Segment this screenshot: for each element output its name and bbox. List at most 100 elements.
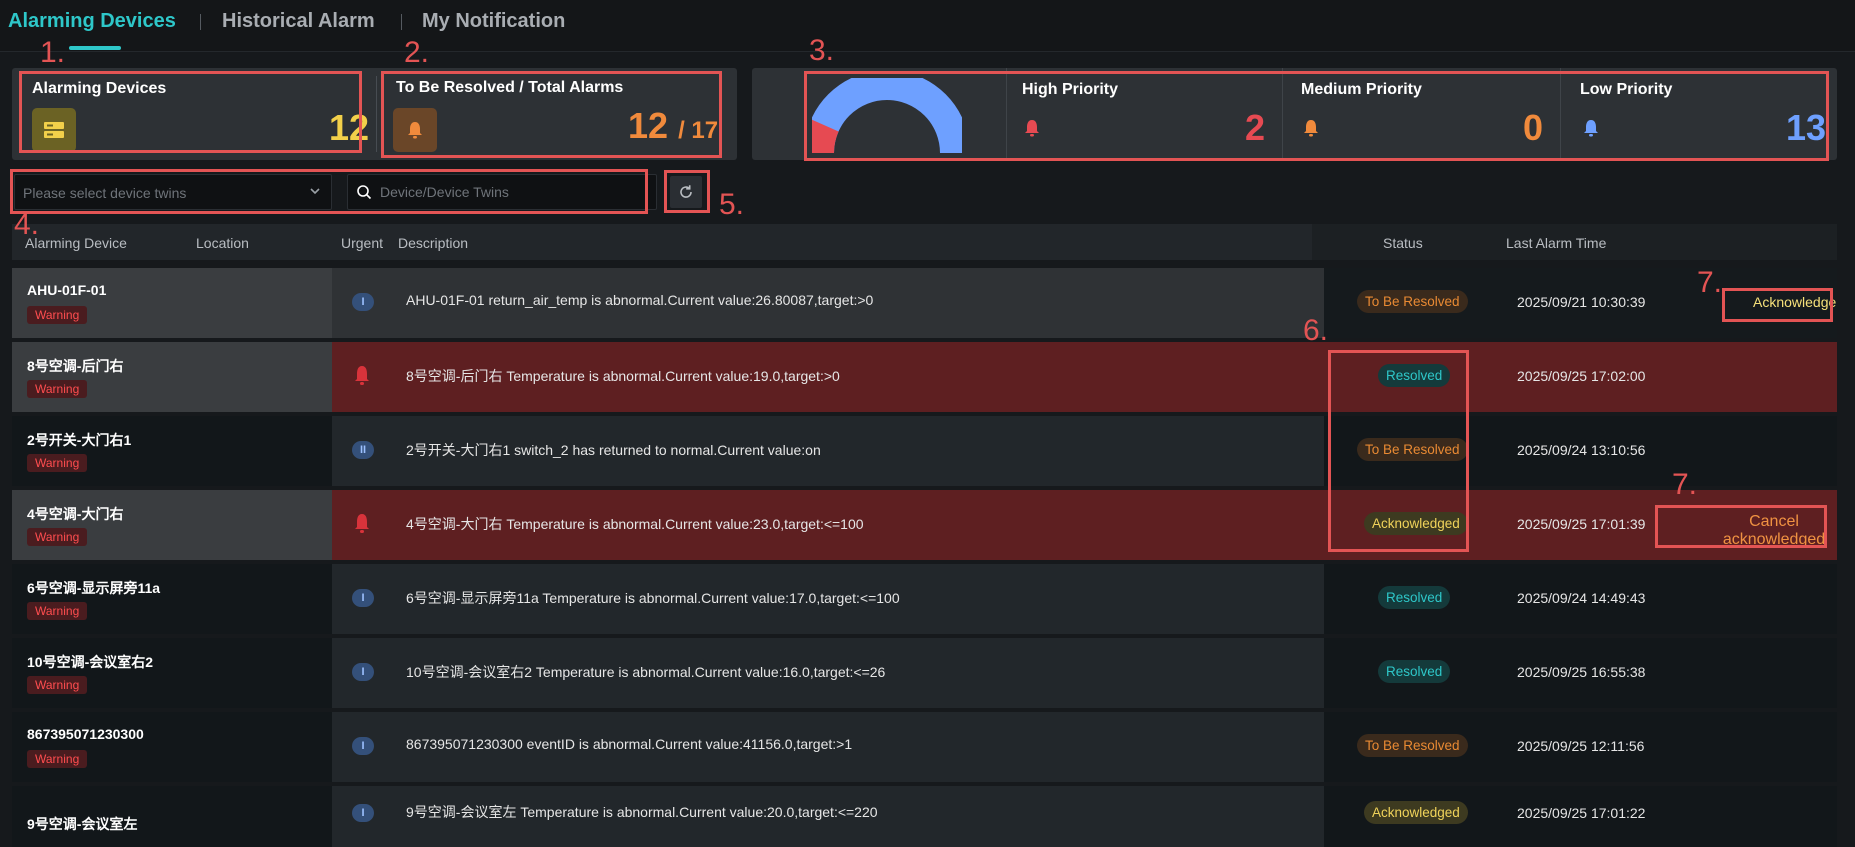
search-input[interactable] (380, 175, 650, 209)
status-badge: Resolved (1378, 586, 1451, 609)
to-be-resolved-count: 12 / 17 (628, 108, 718, 144)
description-cell: I AHU-01F-01 return_air_temp is abnormal… (332, 268, 1324, 338)
urgent-bell-icon (355, 514, 369, 533)
description-cell: I 6号空调-显示屏旁11a Temperature is abnormal.C… (332, 564, 1324, 634)
device-name: AHU-01F-01 (27, 282, 107, 298)
device-icon (32, 108, 76, 152)
status-badge: To Be Resolved (1357, 438, 1468, 461)
priority-divider (1560, 68, 1561, 160)
status-badge: Resolved (1378, 660, 1451, 683)
tab-alarming-devices[interactable]: Alarming Devices (8, 10, 176, 33)
high-priority-count: 2 (1245, 107, 1266, 148)
select-placeholder: Please select device twins (23, 185, 187, 201)
header-alarming-device: Alarming Device (25, 235, 127, 251)
header-last-alarm-time: Last Alarm Time (1506, 235, 1607, 251)
header-urgent: Urgent (341, 235, 384, 251)
to-be-resolved-title: To Be Resolved / Total Alarms (396, 79, 624, 96)
status-cell: Acknowledged 2025/09/25 17:01:39 Cancel … (1324, 490, 1837, 560)
device-search-field[interactable] (347, 174, 657, 210)
table-row[interactable]: 4号空调-大门右 Warning 4号空调-大门右 Temperature is… (12, 490, 1837, 560)
status-cell: Resolved 2025/09/25 17:02:00 (1324, 342, 1837, 412)
low-priority-count: 13 (1786, 107, 1827, 148)
status-badge: Resolved (1378, 364, 1451, 387)
table-row[interactable]: 6号空调-显示屏旁11a Warning I 6号空调-显示屏旁11a Temp… (12, 564, 1837, 634)
alarm-description: 6号空调-显示屏旁11a Temperature is abnormal.Cur… (406, 590, 900, 606)
alarm-description: 8号空调-后门右 Temperature is abnormal.Current… (406, 368, 840, 384)
table-row[interactable]: 9号空调-会议室左 I 9号空调-会议室左 Temperature is abn… (12, 786, 1837, 847)
urgency-level-badge: I (352, 293, 374, 311)
last-alarm-time: 2025/09/25 16:55:38 (1517, 664, 1646, 680)
description-cell: 4号空调-大门右 Temperature is abnormal.Current… (332, 490, 1324, 560)
refresh-icon (680, 185, 692, 198)
search-icon (357, 185, 372, 200)
device-name: 8号空调-后门右 (27, 358, 124, 374)
unresolved-count: 12 (628, 105, 669, 146)
alarm-page: Alarming Devices Historical Alarm My Not… (0, 0, 1855, 847)
last-alarm-time: 2025/09/25 17:02:00 (1517, 368, 1646, 384)
status-badge: Acknowledged (1364, 512, 1468, 535)
medium-priority-title: Medium Priority (1301, 81, 1422, 98)
alarm-description: 10号空调-会议室右2 Temperature is abnormal.Curr… (406, 664, 886, 680)
annotation-label-5: 5. (719, 188, 745, 221)
last-alarm-time: 2025/09/21 10:30:39 (1517, 294, 1646, 310)
annotation-label-7b: 7. (1672, 468, 1698, 501)
device-name: 10号空调-会议室右2 (27, 654, 154, 670)
warning-badge: Warning (27, 380, 88, 398)
medium-priority-count: 0 (1523, 107, 1544, 148)
alarm-description: 9号空调-会议室左 Temperature is abnormal.Curren… (406, 804, 878, 820)
table-row[interactable]: 8号空调-后门右 Warning 8号空调-后门右 Temperature is… (12, 342, 1837, 412)
last-alarm-time: 2025/09/25 17:01:22 (1517, 805, 1646, 821)
description-cell: II 2号开关-大门右1 switch_2 has returned to no… (332, 416, 1324, 486)
annotation-label-6: 6. (1303, 314, 1329, 347)
warning-badge: Warning (27, 676, 88, 694)
device-name: 867395071230300 (27, 726, 144, 742)
alarm-description: AHU-01F-01 return_air_temp is abnormal.C… (406, 292, 874, 308)
alarm-description: 867395071230300 eventID is abnormal.Curr… (406, 736, 853, 752)
device-twins-select[interactable]: Please select device twins (14, 174, 332, 210)
acknowledge-button[interactable]: Acknowledge (1743, 288, 1846, 316)
last-alarm-time: 2025/09/24 13:10:56 (1517, 442, 1646, 458)
annotation-label-1: 1. (40, 36, 66, 69)
alarm-description: 2号开关-大门右1 switch_2 has returned to norma… (406, 442, 821, 458)
alarming-devices-count: 12 (328, 107, 369, 148)
table-row[interactable]: 2号开关-大门右1 Warning II 2号开关-大门右1 switch_2 … (12, 416, 1837, 486)
description-cell: I 867395071230300 eventID is abnormal.Cu… (332, 712, 1324, 782)
table-row[interactable]: AHU-01F-01 Warning I AHU-01F-01 return_a… (12, 268, 1837, 338)
table-row[interactable]: 10号空调-会议室右2 Warning I 10号空调-会议室右2 Temper… (12, 638, 1837, 708)
warning-badge: Warning (27, 454, 88, 472)
header-location: Location (196, 235, 249, 251)
tab-historical-alarm[interactable]: Historical Alarm (222, 10, 375, 33)
cancel-acknowledged-button[interactable]: Cancel acknowledged (1711, 507, 1837, 555)
status-cell: To Be Resolved 2025/09/21 10:30:39 Ackno… (1324, 268, 1837, 338)
urgency-level-badge: I (352, 589, 374, 607)
tab-divider (200, 14, 201, 30)
tab-my-notification[interactable]: My Notification (422, 10, 565, 33)
status-badge: Acknowledged (1364, 801, 1468, 824)
last-alarm-time: 2025/09/25 12:11:56 (1517, 738, 1645, 754)
annotation-label-4: 4. (14, 208, 40, 241)
tab-divider (401, 14, 402, 30)
alarming-devices-title: Alarming Devices (32, 80, 167, 97)
warning-badge: Warning (27, 750, 88, 768)
status-badge: To Be Resolved (1357, 290, 1468, 313)
device-cell: AHU-01F-01 Warning (12, 268, 332, 338)
status-badge: To Be Resolved (1357, 734, 1468, 757)
device-name: 2号开关-大门右1 (27, 432, 132, 448)
refresh-button[interactable] (670, 176, 702, 208)
warning-badge: Warning (27, 528, 88, 546)
description-cell: I 10号空调-会议室右2 Temperature is abnormal.Cu… (332, 638, 1324, 708)
warning-badge: Warning (27, 306, 88, 324)
total-alarms-count: / 17 (678, 117, 719, 144)
device-name: 6号空调-显示屏旁11a (27, 580, 161, 596)
card-divider (376, 76, 377, 152)
summary-panel: Alarming Devices 12 To Be Resolved / Tot… (12, 68, 737, 160)
priority-panel: High Priority 2 Medium Priority 0 Low Pr… (752, 68, 1837, 160)
chevron-down-icon (310, 188, 320, 195)
low-priority-title: Low Priority (1580, 81, 1673, 98)
device-cell: 10号空调-会议室右2 Warning (12, 638, 332, 708)
header-status: Status (1383, 235, 1423, 251)
table-row[interactable]: 867395071230300 Warning I 86739507123030… (12, 712, 1837, 782)
device-name: 9号空调-会议室左 (27, 816, 138, 832)
device-cell: 8号空调-后门右 Warning (12, 342, 332, 412)
active-tab-indicator (69, 46, 121, 50)
